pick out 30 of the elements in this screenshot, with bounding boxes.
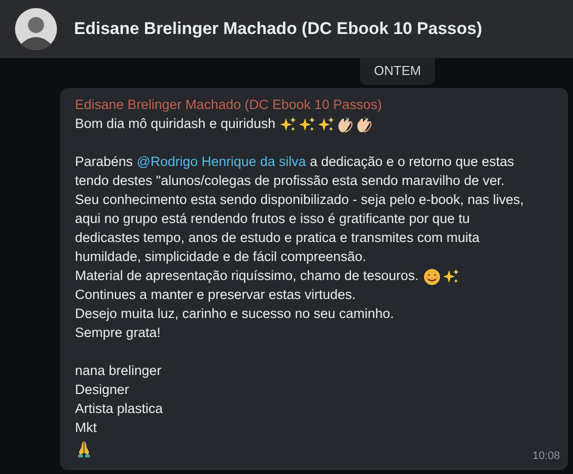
message-text: Material de apresentação riquíssimo, chamo de tesouros.: [75, 267, 419, 286]
smiling-face-icon: [422, 268, 441, 286]
message-text: Bom dia mô quiridash e quiridush: [75, 115, 276, 134]
message-text: a dedicação e o retorno que estas: [310, 153, 514, 172]
message-text: Desejo muita luz, carinho e sucesso no seu caminho.: [75, 305, 394, 324]
message-text: aqui no grupo está rendendo frutos e isso é gratificante por que tu: [75, 210, 470, 228]
mention-link[interactable]: @Rodrigo Henrique da silva: [136, 152, 306, 173]
message-text: Sempre grata!: [75, 324, 161, 342]
sparkles-icon: [317, 116, 336, 134]
avatar-icon[interactable]: [15, 8, 57, 50]
chat-title: Edisane Brelinger Machado (DC Ebook 10 Passos): [74, 18, 482, 40]
folded-hands-icon: [75, 439, 93, 459]
message-text: tendo destes "alunos/colegas de profissão esta sendo maravilho de ver.: [75, 172, 505, 190]
message-text: Artista plastica: [75, 400, 163, 418]
clapping-hands-icon: [336, 116, 354, 134]
message-text: Continues a manter e preservar estas virtudes.: [75, 286, 356, 304]
sparkles-icon: [298, 116, 316, 134]
message-time: 10:08: [532, 448, 560, 464]
message-text: Designer: [75, 381, 130, 400]
sparkles-icon: [279, 116, 298, 134]
message-text: dedicastes tempo, anos de estudo e pratica e transmites com muita: [75, 229, 480, 248]
message-text: Mkt: [75, 419, 97, 438]
message-text: humildade, simplicidade e de fácil compreensão.: [75, 248, 366, 266]
clapping-hands-icon: [355, 116, 374, 134]
date-chip: ONTEM: [360, 58, 435, 84]
sender-name: Edisane Brelinger Machado (DC Ebook 10 Passos): [75, 96, 382, 114]
message-text: Seu conhecimento esta sendo disponibilizado - seja pelo e-book, nas lives,: [75, 191, 524, 210]
message-text: nana brelinger: [75, 362, 162, 380]
sparkles-icon: [442, 268, 460, 286]
message-text: Parabéns: [75, 153, 133, 172]
